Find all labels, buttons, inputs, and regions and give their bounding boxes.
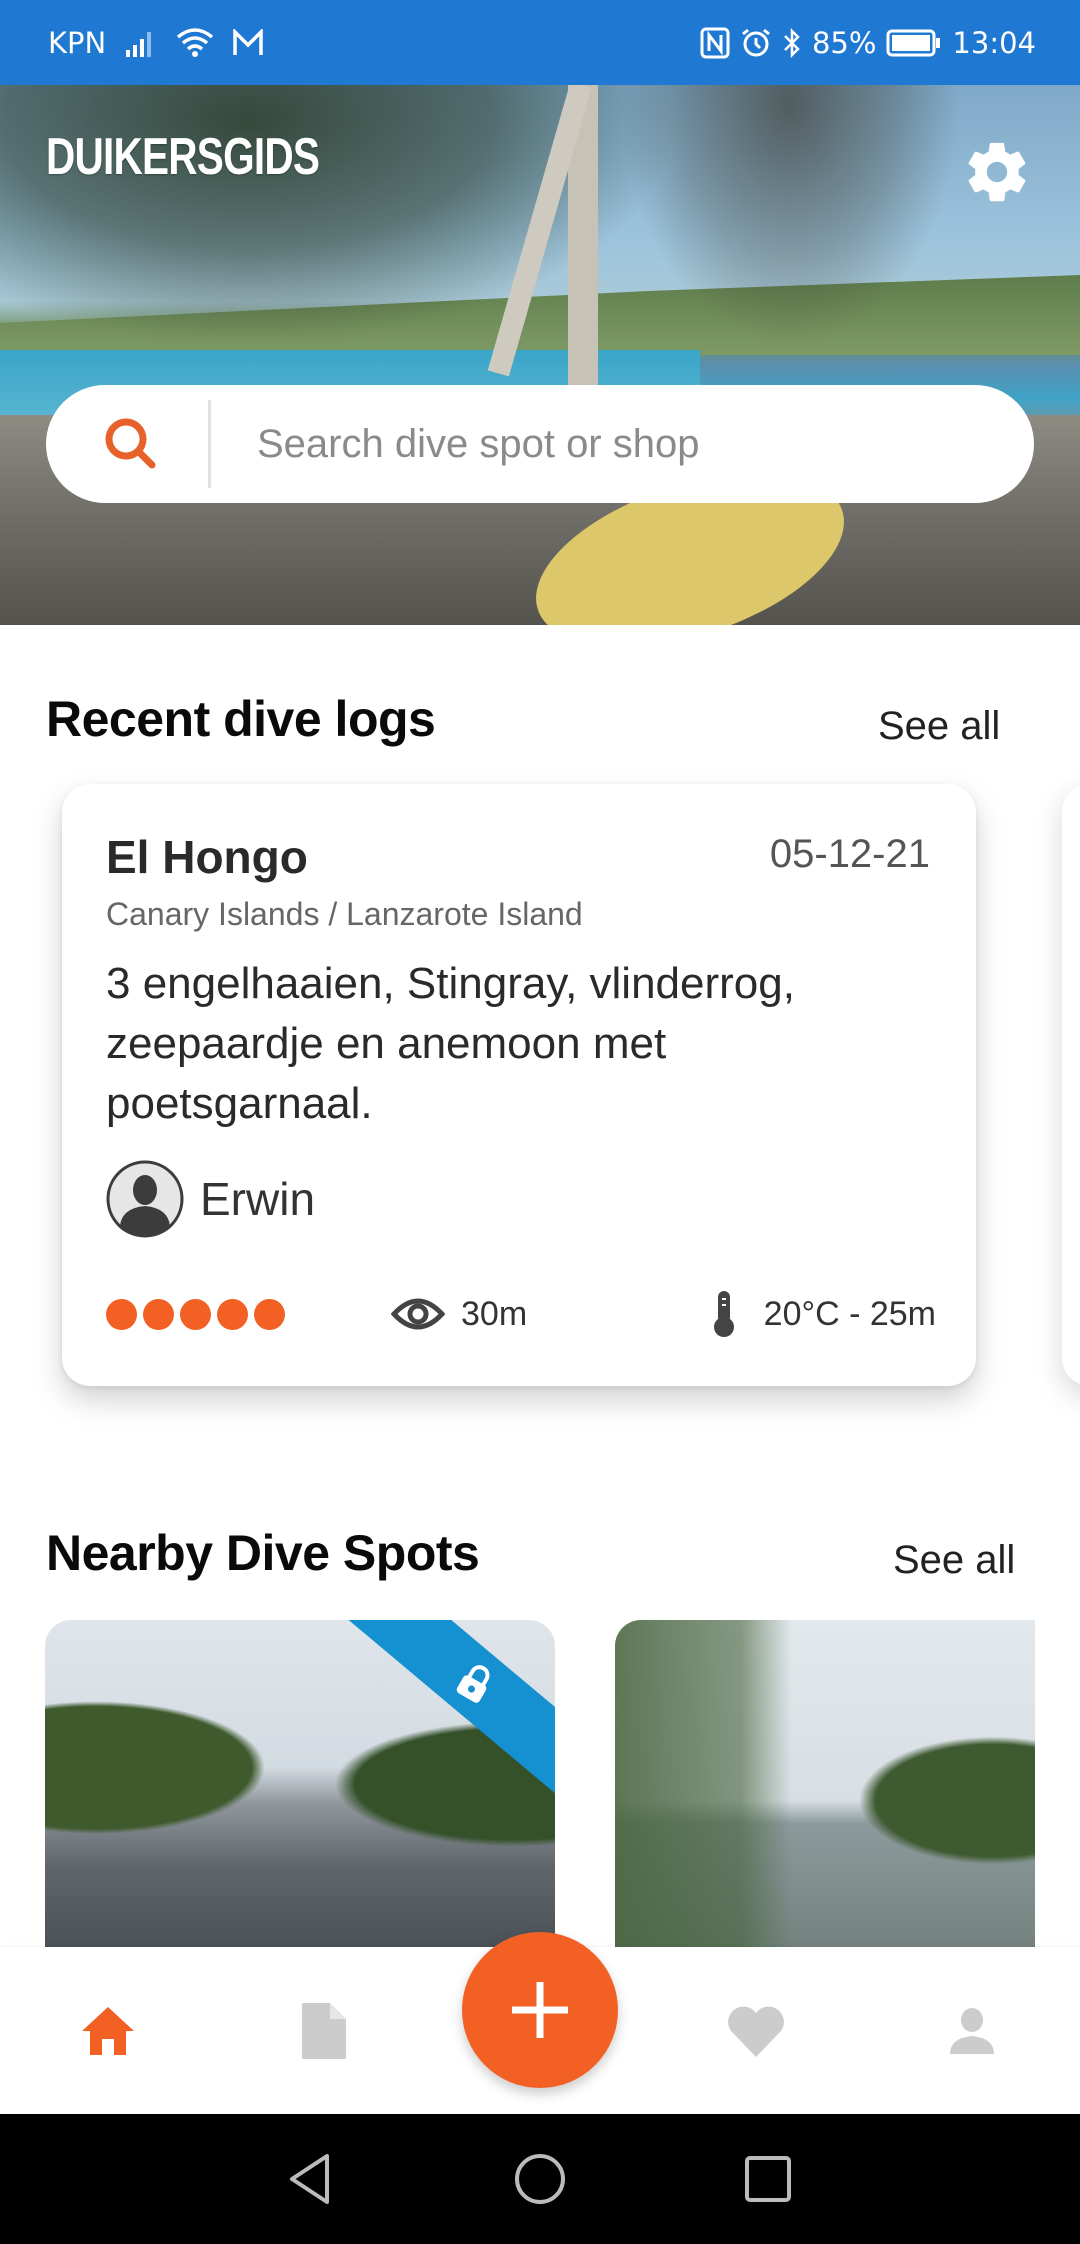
nav-profile[interactable] [912,1947,1032,2114]
nav-logs[interactable] [264,1947,384,2114]
dive-date: 05-12-21 [769,832,930,876]
rating [106,1298,285,1330]
add-dive-log-button[interactable] [462,1932,618,2088]
signal-icon [124,28,158,58]
dive-description: 3 engelhaaien, Stingray, vlinderrog, zee… [106,959,795,1128]
search-divider [208,400,211,488]
avatar [106,1160,184,1238]
system-navigation-bar [0,2114,1080,2244]
dive-stats: 30m 20°C - 25m [106,1284,936,1344]
rating-dot [106,1298,137,1330]
search-icon [105,418,156,469]
temperature-stat: 20°C - 25m [710,1289,936,1339]
rating-dot [143,1298,174,1330]
dive-spot-image [615,1620,1035,1948]
hero-banner: DUIKERSGIDS [0,85,1080,625]
recents-button[interactable] [708,2114,828,2244]
home-icon [82,2006,134,2055]
dive-log-card[interactable]: El Hongo 05-12-21 Canary Islands / Lanza… [62,784,976,1386]
settings-button[interactable] [962,137,1032,207]
visibility-stat: 30m [391,1295,527,1334]
square-recents-icon [745,2156,791,2202]
back-icon [290,2154,329,2204]
dive-spot-name: El Hongo [106,831,308,883]
carrier-label: KPN [48,25,107,60]
home-system-button[interactable] [480,2114,600,2244]
app-title: DUIKERSGIDS [46,128,320,186]
next-dive-log-card[interactable] [1062,784,1080,1386]
wifi-icon [176,27,214,59]
heart-icon [728,2006,784,2057]
lock-icon [456,1665,490,1703]
status-bar: KPN 85% 13:04 [0,0,1080,85]
battery-percent: 85% [811,25,877,60]
search-bar[interactable] [46,385,1034,503]
gmail-icon [232,28,264,57]
rating-dot [180,1298,211,1330]
nav-home[interactable] [48,1947,168,2114]
alarm-icon [740,27,772,59]
back-button[interactable] [250,2114,370,2244]
nearby-see-all-link[interactable]: See all [893,1538,1015,1583]
dive-spot-card[interactable] [615,1620,1035,1948]
circle-home-icon [515,2154,565,2204]
temperature-depth-value: 20°C - 25m [763,1294,936,1333]
user-name: Erwin [200,1173,316,1225]
eye-icon [391,1298,445,1330]
rating-dot [217,1298,248,1330]
dive-location: Canary Islands / Lanzarote Island [106,896,583,932]
recent-logs-see-all-link[interactable]: See all [878,704,1000,749]
gear-icon [968,142,1026,202]
recent-logs-title: Recent dive logs [46,691,436,747]
thermometer-icon [713,1291,734,1337]
search-input[interactable] [257,421,957,467]
nav-favorites[interactable] [696,1947,816,2114]
nfc-icon [700,27,730,59]
nearby-spots-title: Nearby Dive Spots [46,1525,480,1581]
dive-spot-card[interactable] [45,1620,555,1948]
document-icon [302,2002,346,2059]
clock: 13:04 [952,25,1036,60]
person-icon [950,2007,994,2054]
rating-dot [254,1298,285,1330]
plus-icon [512,1982,568,2038]
dive-user: Erwin [106,1160,315,1238]
visibility-value: 30m [461,1294,528,1333]
battery-icon [886,29,942,57]
bluetooth-icon [782,27,802,59]
